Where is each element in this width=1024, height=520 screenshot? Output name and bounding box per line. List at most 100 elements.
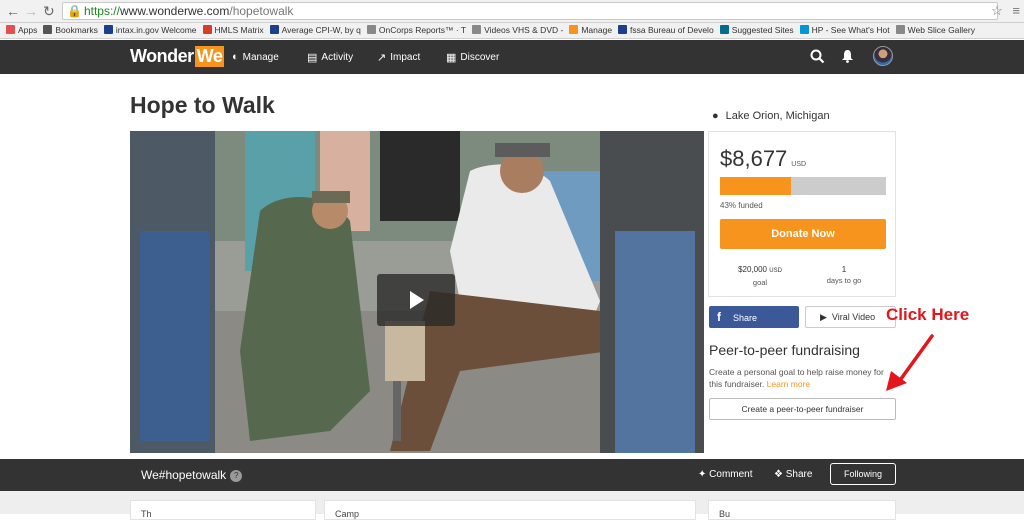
browser-toolbar: ← → ↻ 🔒 https://www.wonderwe.com/hopetowa…: [0, 0, 1024, 23]
bell-icon[interactable]: [841, 49, 854, 63]
wonderwe-logo[interactable]: Wonder We: [130, 44, 225, 69]
search-icon[interactable]: [810, 49, 825, 64]
bookmark-label: HP - See What's Hot: [811, 25, 890, 35]
campaign-title: Hope to Walk: [130, 92, 275, 118]
url-path: /hopetowalk: [229, 4, 294, 18]
user-avatar[interactable]: [873, 46, 893, 66]
url-scheme: https://: [83, 4, 120, 18]
play-button[interactable]: [377, 274, 455, 326]
bookmark-label: Manage: [581, 25, 613, 35]
forward-icon[interactable]: →: [24, 3, 38, 19]
bookmark-label: OnCorps Reports™ · T: [378, 25, 467, 35]
bookmark-item[interactable]: intax.in.gov Welcome: [103, 23, 197, 37]
hashtag-label: We#hopetowalk: [141, 468, 227, 482]
location-label: Lake Orion, Michigan: [725, 110, 830, 122]
dashboard-icon: ◐: [232, 51, 239, 63]
bookmark-icon: [43, 25, 53, 34]
lower-panel-3: Bu: [708, 500, 896, 520]
p2p-heading: Peer-to-peer fundraising: [709, 342, 860, 358]
facebook-share-label: Share: [733, 313, 758, 323]
bookmark-item[interactable]: HP - See What's Hot: [799, 23, 890, 37]
viral-video-button[interactable]: ▶ Viral Video: [805, 306, 896, 328]
bookmark-item[interactable]: Manage: [569, 23, 612, 37]
days-value: 1: [841, 265, 847, 274]
comment-button[interactable]: ✦ Comment: [698, 469, 753, 480]
amount-value: $8,677: [720, 146, 788, 171]
progress-bar: [720, 177, 886, 195]
share-button[interactable]: ❖ Share: [774, 469, 812, 480]
bookmark-item[interactable]: HMLS Matrix: [202, 23, 264, 37]
grid-icon: ▦: [446, 51, 457, 64]
funding-card: $8,677 USD 43% funded Donate Now $20,000 …: [708, 131, 896, 297]
bookmark-label: Web Slice Gallery: [907, 25, 975, 35]
nav-impact[interactable]: ↗ Impact: [377, 40, 420, 74]
click-here-annotation: Click Here: [886, 305, 970, 324]
logo-wonder: Wonder: [130, 46, 194, 66]
bookmark-label: Suggested Sites: [731, 25, 794, 35]
bookmark-item[interactable]: Videos VHS & DVD -: [472, 23, 563, 37]
bookmark-item[interactable]: Apps: [6, 23, 37, 37]
share-icon: ❖: [774, 469, 783, 480]
nav-activity-label: Activity: [321, 51, 354, 63]
bookmark-label: intax.in.gov Welcome: [115, 25, 197, 35]
bookmark-item[interactable]: Bookmarks: [43, 23, 98, 37]
nav-activity[interactable]: ▤ Activity: [307, 40, 353, 74]
bookmark-item[interactable]: OnCorps Reports™ · T: [366, 23, 467, 37]
menu-icon[interactable]: ≡: [1012, 3, 1020, 18]
bookmark-icon: [103, 25, 113, 34]
bookmark-item[interactable]: fssa Bureau of Develo: [618, 23, 714, 37]
nav-impact-label: Impact: [390, 51, 421, 63]
comment-label: Comment: [709, 469, 753, 480]
viral-video-label: Viral Video: [831, 312, 876, 322]
lower-panel-2-text: Camp: [335, 509, 360, 519]
days-stat: 1 days to go: [804, 264, 884, 286]
location: ● Lake Orion, Michigan: [712, 110, 830, 122]
funded-percent: 43% funded: [720, 201, 763, 210]
lower-panel-1-text: Th: [141, 509, 152, 519]
bookmark-icon: [269, 25, 279, 34]
reload-icon[interactable]: ↻: [43, 3, 55, 20]
bookmarks-bar: Apps Bookmarks intax.in.gov Welcome HMLS Ma…: [0, 23, 1024, 39]
days-label: days to go: [826, 276, 862, 285]
star-icon[interactable]: ☆: [991, 3, 1003, 18]
facebook-icon: f: [717, 310, 721, 324]
campaign-hashtag: We#hopetowalk?: [141, 468, 243, 482]
bookmark-label: Videos VHS & DVD -: [484, 25, 564, 35]
bookmark-item[interactable]: Web Slice Gallery: [895, 23, 975, 37]
donate-now-button[interactable]: Donate Now: [720, 219, 886, 249]
bookmark-item[interactable]: Suggested Sites: [719, 23, 794, 37]
campaign-video[interactable]: [130, 131, 704, 453]
facebook-share-button[interactable]: f Share: [709, 306, 799, 328]
bookmark-icon: [202, 25, 212, 34]
back-icon[interactable]: ←: [6, 3, 20, 19]
address-bar[interactable]: 🔒 https://www.wonderwe.com/hopetowalk: [62, 2, 998, 20]
goal-stat: $20,000 USD goal: [720, 264, 800, 288]
lock-icon: 🔒: [67, 4, 82, 18]
following-button[interactable]: Following: [830, 463, 896, 485]
lower-panel-3-text: Bu: [719, 509, 731, 519]
chart-icon: ↗: [377, 51, 387, 64]
bookmark-icon: [799, 25, 809, 34]
share-label: Share: [785, 469, 813, 480]
logo-we: We: [194, 46, 225, 67]
help-icon[interactable]: ?: [230, 470, 243, 482]
bookmark-label: fssa Bureau of Develo: [630, 25, 714, 35]
p2p-description: Create a personal goal to help raise mon…: [709, 366, 897, 390]
bookmark-icon: [569, 25, 579, 34]
lower-panel-1: Th: [130, 500, 316, 520]
bookmark-label: Apps: [18, 25, 38, 35]
bookmark-icon: [618, 25, 628, 34]
url-actions: ☆ ≡: [991, 3, 1020, 19]
nav-manage[interactable]: ◐ Manage: [232, 40, 279, 74]
bookmark-icon: [6, 25, 15, 34]
bookmark-icon: [719, 25, 729, 34]
bookmark-label: HMLS Matrix: [214, 25, 264, 35]
learn-more-link[interactable]: Learn more: [767, 379, 810, 389]
bookmark-item[interactable]: Average CPI-W, by q: [269, 23, 361, 37]
bookmark-label: Bookmarks: [55, 25, 98, 35]
nav-discover[interactable]: ▦ Discover: [446, 40, 499, 74]
amount-raised: $8,677 USD: [720, 146, 806, 172]
red-arrow-icon: [886, 334, 934, 391]
nav-discover-label: Discover: [460, 51, 500, 63]
create-p2p-fundraiser-button[interactable]: Create a peer-to-peer fundraiser: [709, 398, 896, 420]
